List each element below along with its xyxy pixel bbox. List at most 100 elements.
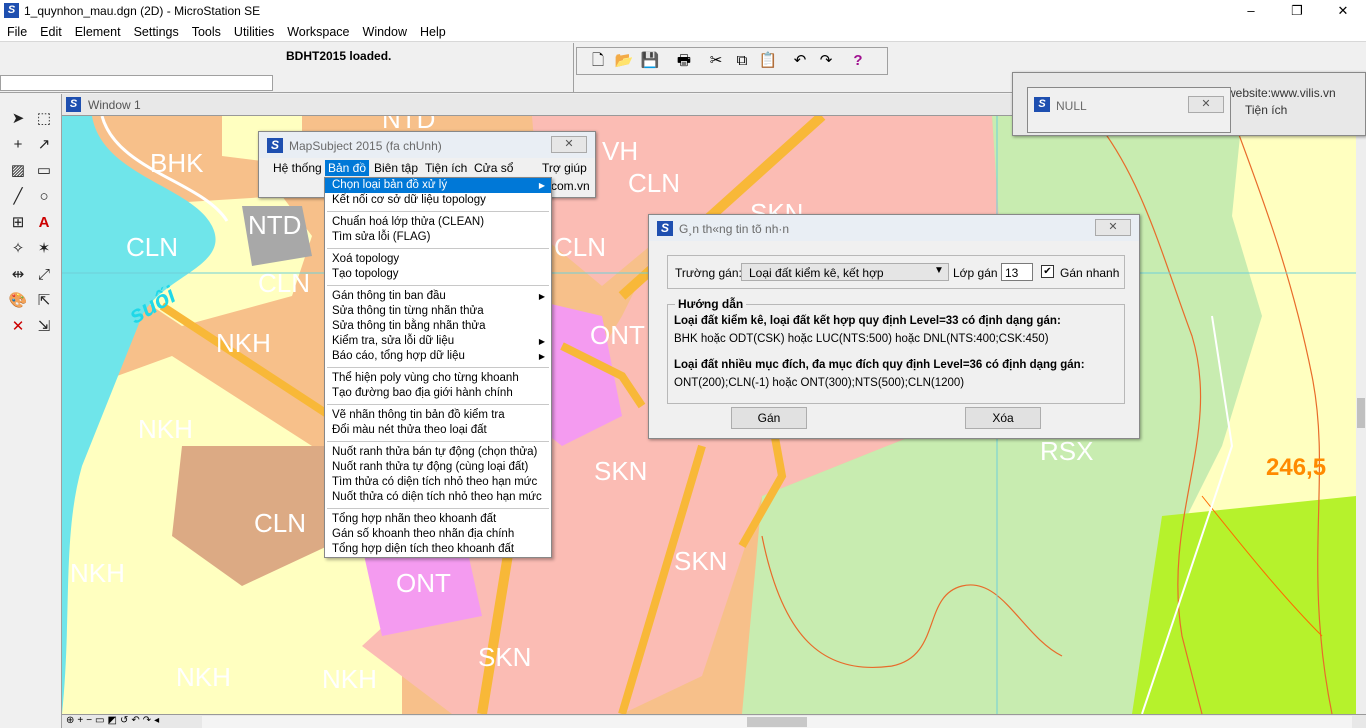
gan-button[interactable]: Gán [731, 407, 807, 429]
text-icon[interactable]: A [31, 210, 57, 236]
copy-icon[interactable]: ⧉ [729, 49, 755, 73]
tien-ich-menu[interactable]: Tiện ích [1245, 103, 1287, 117]
menu-settings[interactable]: Settings [127, 22, 185, 39]
truong-gan-select[interactable]: Loại đất kiểm kê, kết hợp ▼ [741, 263, 949, 281]
website-text: website:www.vilis.vn [1227, 86, 1336, 100]
menu-tien-ich[interactable]: Tiện ích [425, 161, 467, 175]
close-icon[interactable]: ✕ [1188, 96, 1224, 113]
circle-icon[interactable]: ○ [31, 184, 57, 210]
dropdown-item[interactable]: Chọn loại bản đồ xử lý ▶ [325, 178, 551, 193]
dropdown-item[interactable]: Thể hiện poly vùng cho từng khoanh [325, 371, 551, 386]
map-label-nkh: NKH [216, 328, 271, 358]
place-point-icon[interactable]: + [5, 132, 31, 158]
map-label-cln: CLN [254, 508, 307, 538]
resize-icon[interactable]: ⇲ [31, 314, 57, 340]
cell-icon[interactable]: ⊞ [5, 210, 31, 236]
help-icon[interactable]: ? [845, 49, 871, 73]
fence-icon[interactable]: ⬚ [31, 106, 57, 132]
dropdown-item[interactable]: Vẽ nhãn thông tin bản đồ kiểm tra [325, 408, 551, 423]
menu-tools[interactable]: Tools [185, 22, 227, 39]
vertical-scrollbar[interactable] [1356, 116, 1366, 714]
dropdown-item-label: Kết nối cơ sở dữ liệu topology [332, 194, 486, 206]
dropdown-item[interactable]: Sửa thông tin bằng nhãn thửa [325, 319, 551, 334]
minimize-button[interactable]: – [1228, 0, 1274, 22]
gan-nhanh-label: Gán nhanh [1060, 266, 1120, 280]
menu-tro-giup[interactable]: Trợ giúp [542, 161, 587, 175]
redo-icon[interactable]: ↷ [813, 49, 839, 73]
paste-icon[interactable]: 📋 [755, 49, 781, 73]
dropdown-item-label: Tạo đường bao địa giới hành chính [332, 387, 513, 399]
menu-window[interactable]: Window [356, 22, 413, 39]
horizontal-scrollbar[interactable] [202, 716, 1352, 728]
select-element-icon[interactable]: ➤ [5, 106, 31, 132]
dropdown-item[interactable]: Gán thông tin ban đầu ▶ [325, 289, 551, 304]
open-folder-icon[interactable]: 📂 [611, 49, 637, 73]
h-scroll-thumb[interactable] [747, 717, 807, 727]
maximize-button[interactable]: ❐ [1274, 0, 1320, 22]
lop-gan-input[interactable]: 13 [1001, 263, 1033, 281]
dropdown-item[interactable]: Chuẩn hoá lớp thửa (CLEAN) [325, 215, 551, 230]
hatch-icon[interactable]: ▨ [5, 158, 31, 184]
menu-he-thong[interactable]: Hệ thống [273, 161, 322, 175]
map-label-nkh: NKH [322, 664, 377, 694]
dropdown-item[interactable]: Kiểm tra, sửa lỗi dữ liệu ▶ [325, 334, 551, 349]
scale-icon[interactable]: ⤢ [31, 262, 57, 288]
dropdown-item[interactable]: Tổng hợp diện tích theo khoanh đất [325, 542, 551, 557]
dropdown-item[interactable]: Kết nối cơ sở dữ liệu topology [325, 193, 551, 208]
map-label-nkh: NKH [70, 558, 125, 588]
gan-nhanh-checkbox[interactable]: ✔ [1041, 265, 1054, 278]
close-icon[interactable]: ✕ [551, 136, 587, 153]
tag-icon[interactable]: ✧ [5, 236, 31, 262]
menu-separator [327, 508, 549, 509]
undo-icon[interactable]: ↶ [787, 49, 813, 73]
dropdown-item[interactable]: Xoá topology [325, 252, 551, 267]
dropdown-item-label: Sửa thông tin từng nhãn thửa [332, 305, 484, 317]
move-icon[interactable]: ⇱ [31, 288, 57, 314]
menu-edit[interactable]: Edit [33, 22, 68, 39]
dropdown-item[interactable]: Nuốt ranh thửa bán tự động (chọn thửa) [325, 445, 551, 460]
rule-heading-36: Loại đất nhiều mục đích, đa mục đích quy… [674, 359, 1085, 371]
dropdown-item[interactable]: Nuốt thửa có diện tích nhỏ theo hạn mức [325, 490, 551, 505]
delete-icon[interactable]: ✕ [5, 314, 31, 340]
menu-cua-so[interactable]: Cửa sổ [474, 161, 513, 175]
dropdown-item[interactable]: Tạo topology [325, 267, 551, 282]
dropdown-item[interactable]: Sửa thông tin từng nhãn thửa [325, 304, 551, 319]
save-icon[interactable]: 💾 [637, 49, 663, 73]
print-icon[interactable]: 🖶 [671, 49, 697, 73]
measure-icon[interactable]: ↗ [31, 132, 57, 158]
dropdown-item[interactable]: Tổng hợp nhãn theo khoanh đất [325, 512, 551, 527]
dropdown-item[interactable]: Tìm sửa lỗi (FLAG) [325, 230, 551, 245]
palette-icon[interactable]: 🎨 [5, 288, 31, 314]
menu-file[interactable]: File [0, 22, 33, 39]
menu-element[interactable]: Element [68, 22, 127, 39]
ban-do-dropdown: Chọn loại bản đồ xử lý ▶ Kết nối cơ sở dữ … [324, 177, 552, 558]
close-icon[interactable]: ✕ [1095, 219, 1131, 236]
dimension-icon[interactable]: ⇹ [5, 262, 31, 288]
key-in-field[interactable] [0, 75, 273, 91]
dropdown-item[interactable]: Nuốt ranh thửa tự động (cùng loại đất) [325, 460, 551, 475]
menu-separator [327, 404, 549, 405]
menu-bien-tap[interactable]: Biên tập [374, 161, 418, 175]
cut-icon[interactable]: ✂ [703, 49, 729, 73]
close-button[interactable]: ✕ [1320, 0, 1366, 22]
xoa-button[interactable]: Xóa [965, 407, 1041, 429]
map-label-cln: CLN [554, 232, 607, 262]
dropdown-item[interactable]: Tìm thửa có diện tích nhỏ theo hạn mức [325, 475, 551, 490]
rectangle-icon[interactable]: ▭ [31, 158, 57, 184]
dropdown-item[interactable]: Tạo đường bao địa giới hành chính [325, 386, 551, 401]
scroll-thumb[interactable] [1357, 398, 1365, 428]
new-file-icon[interactable]: 🗋 [585, 49, 611, 73]
dropdown-item[interactable]: Gán số khoanh theo nhãn địa chính [325, 527, 551, 542]
menu-ban-do[interactable]: Bản đồ [325, 160, 370, 176]
menu-workspace[interactable]: Workspace [280, 22, 355, 39]
menu-bar: File Edit Element Settings Tools Utilities Wor… [0, 22, 1366, 42]
line-icon[interactable]: ╱ [5, 184, 31, 210]
dropdown-item[interactable]: Đổi màu nét thửa theo loại đất [325, 423, 551, 438]
view-controls[interactable]: ⊕+−▭◩↺↶↷◂ [62, 715, 202, 728]
menu-utilities[interactable]: Utilities [227, 22, 280, 39]
menu-help[interactable]: Help [413, 22, 452, 39]
menu-separator [327, 367, 549, 368]
snap-icon[interactable]: ✶ [31, 236, 57, 262]
dropdown-item-label: Tổng hợp nhãn theo khoanh đất [332, 513, 497, 525]
dropdown-item[interactable]: Báo cáo, tổng hợp dữ liệu ▶ [325, 349, 551, 364]
